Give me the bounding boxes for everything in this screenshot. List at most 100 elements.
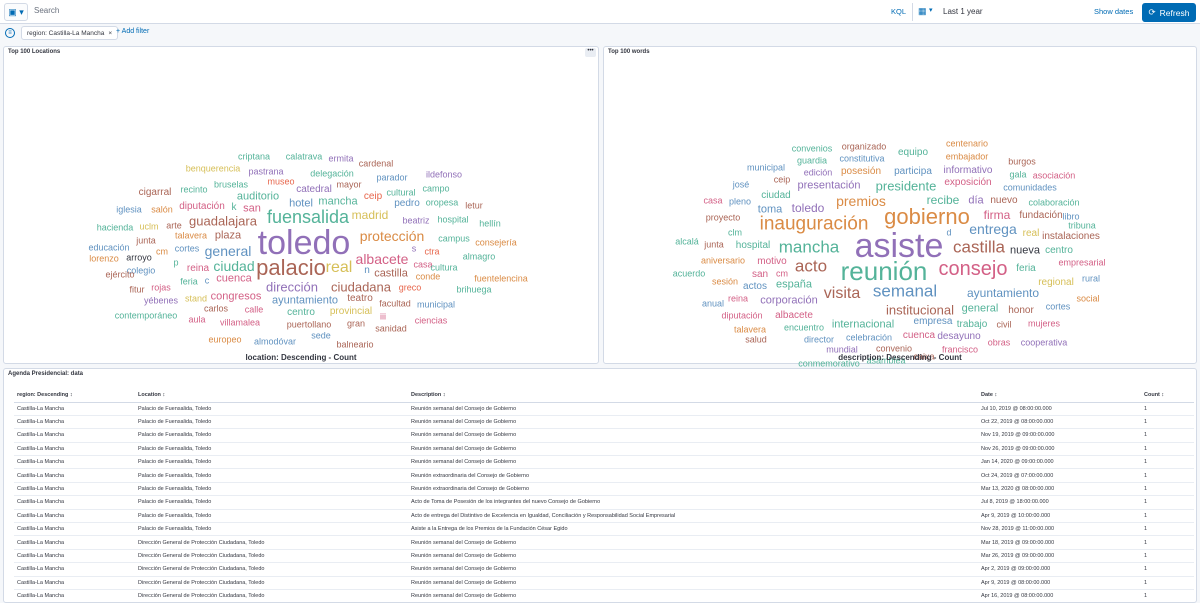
cloud-word[interactable]: junta xyxy=(704,240,724,250)
cloud-word[interactable]: participa xyxy=(894,167,932,177)
cloud-word[interactable]: entrega xyxy=(969,222,1016,236)
cloud-word[interactable]: auditorio xyxy=(237,191,279,203)
cloud-word[interactable]: honor xyxy=(1008,306,1034,316)
cloud-word[interactable]: anual xyxy=(702,299,724,309)
cloud-word[interactable]: presidente xyxy=(876,180,937,193)
cloud-word[interactable]: mancha xyxy=(318,196,357,208)
cloud-word[interactable]: convenios xyxy=(792,144,833,154)
cloud-word[interactable]: feria xyxy=(180,277,198,287)
cloud-word[interactable]: s xyxy=(412,244,417,254)
chevron-down-icon[interactable]: ▾ xyxy=(929,6,933,14)
cloud-word[interactable]: europeo xyxy=(208,335,241,345)
cloud-word[interactable]: desayuno xyxy=(937,332,980,342)
cloud-word[interactable]: cooperativa xyxy=(1021,338,1068,348)
cloud-word[interactable]: asociación xyxy=(1033,171,1076,181)
cloud-word[interactable]: iglesia xyxy=(116,205,142,215)
cloud-word[interactable]: mancha xyxy=(779,239,839,256)
cloud-word[interactable]: director xyxy=(804,335,834,345)
cloud-word[interactable]: edición xyxy=(804,168,833,178)
cloud-word[interactable]: centenario xyxy=(946,139,988,149)
cloud-word[interactable]: salón xyxy=(151,205,173,215)
cloud-word[interactable]: k xyxy=(232,203,237,213)
cloud-word[interactable]: catedral xyxy=(296,185,332,195)
cloud-word[interactable]: villamalea xyxy=(220,318,260,328)
cloud-word[interactable]: cm xyxy=(776,269,788,279)
cloud-word[interactable]: madrid xyxy=(352,209,389,221)
cloud-word[interactable]: lorenzo xyxy=(89,254,119,264)
add-filter-button[interactable]: + Add filter xyxy=(116,28,149,35)
cloud-word[interactable]: ejército xyxy=(105,270,134,280)
cloud-word[interactable]: aniversario xyxy=(701,256,745,266)
cloud-word[interactable]: d xyxy=(946,228,951,238)
cloud-word[interactable]: alcalá xyxy=(675,237,699,247)
cloud-word[interactable]: rural xyxy=(1082,274,1100,284)
cloud-word[interactable]: empresa xyxy=(914,317,953,327)
cloud-word[interactable]: delegación xyxy=(310,169,354,179)
cloud-word[interactable]: firma xyxy=(984,209,1011,221)
cloud-word[interactable]: arroyo xyxy=(126,253,152,263)
cloud-word[interactable]: guardia xyxy=(797,156,827,166)
cloud-word[interactable]: hospital xyxy=(736,241,770,251)
cloud-word[interactable]: proyecto xyxy=(706,213,741,223)
cloud-word[interactable]: cultural xyxy=(386,188,415,198)
cloud-word[interactable]: premios xyxy=(836,194,886,208)
cloud-word[interactable]: ermita xyxy=(328,154,353,164)
cloud-word[interactable]: burgos xyxy=(1008,157,1036,167)
cloud-word[interactable]: ayuntamiento xyxy=(272,295,338,307)
cloud-word[interactable]: ctra xyxy=(424,247,439,257)
cloud-word[interactable]: hellín xyxy=(479,219,501,229)
cloud-word[interactable]: centro xyxy=(1045,246,1073,256)
cloud-word[interactable]: dirección xyxy=(266,281,318,294)
cloud-word[interactable]: puertollano xyxy=(287,320,332,330)
cloud-word[interactable]: actos xyxy=(743,282,767,292)
cloud-word[interactable]: calle xyxy=(245,305,264,315)
cloud-word[interactable]: balneario xyxy=(336,340,373,350)
cloud-word[interactable]: tribuna xyxy=(1068,221,1096,231)
cloud-word[interactable]: constitutiva xyxy=(839,154,884,164)
cloud-word[interactable]: municipal xyxy=(747,163,785,173)
cloud-word[interactable]: mayor xyxy=(336,180,361,190)
cloud-word[interactable]: junta xyxy=(136,236,156,246)
cloud-word[interactable]: real xyxy=(326,260,353,276)
cloud-word[interactable]: regional xyxy=(1038,278,1074,288)
cloud-word[interactable]: acuerdo xyxy=(673,269,706,279)
cloud-word[interactable]: educación xyxy=(88,243,129,253)
cloud-word[interactable]: guadalajara xyxy=(189,215,257,228)
cloud-word[interactable]: san xyxy=(752,270,768,280)
cloud-word[interactable]: día xyxy=(968,195,983,207)
cloud-word[interactable]: internacional xyxy=(832,319,894,331)
cloud-word[interactable]: motivo xyxy=(757,257,786,267)
cloud-word[interactable]: cuenca xyxy=(903,331,935,341)
cloud-word[interactable]: ciudadana xyxy=(331,281,391,294)
saved-query-menu-button[interactable]: ▣ ▾ xyxy=(4,3,28,21)
cloud-word[interactable]: parador xyxy=(376,173,407,183)
cloud-word[interactable]: hacienda xyxy=(97,223,134,233)
cloud-word[interactable]: fundación xyxy=(1019,211,1062,221)
cloud-word[interactable]: conde xyxy=(416,272,441,282)
cloud-word[interactable]: españa xyxy=(776,279,812,291)
cloud-word[interactable]: nueva xyxy=(1010,245,1040,257)
cloud-word[interactable]: gran xyxy=(347,319,365,329)
cloud-word[interactable]: hospital xyxy=(437,215,468,225)
cloud-word[interactable]: campo xyxy=(422,184,449,194)
cloud-word[interactable]: encuentro xyxy=(784,323,824,333)
cloud-word[interactable]: embajador xyxy=(946,152,989,162)
cloud-word[interactable]: cm xyxy=(156,247,168,257)
cloud-word[interactable]: exposición xyxy=(944,178,991,188)
cloud-word[interactable]: greco xyxy=(399,283,422,293)
cloud-word[interactable]: talavera xyxy=(175,231,207,241)
cloud-word[interactable]: toledo xyxy=(792,202,825,214)
cloud-word[interactable]: obras xyxy=(988,338,1011,348)
cloud-word[interactable]: ceip xyxy=(774,175,791,185)
kql-toggle[interactable]: KQL xyxy=(891,7,906,16)
cloud-word[interactable]: contemporáneo xyxy=(115,311,178,321)
cloud-word[interactable]: reina xyxy=(728,294,748,304)
cloud-word[interactable]: sesión xyxy=(712,277,738,287)
cloud-word[interactable]: teatro xyxy=(347,294,373,304)
cloud-word[interactable]: corporación xyxy=(760,295,817,307)
cloud-word[interactable]: gobierno xyxy=(884,206,970,228)
cloud-word[interactable]: reina xyxy=(187,264,209,274)
cloud-word[interactable]: equipo xyxy=(898,148,928,158)
cloud-word[interactable]: criptana xyxy=(238,152,270,162)
cloud-word[interactable]: cigarral xyxy=(139,188,172,198)
